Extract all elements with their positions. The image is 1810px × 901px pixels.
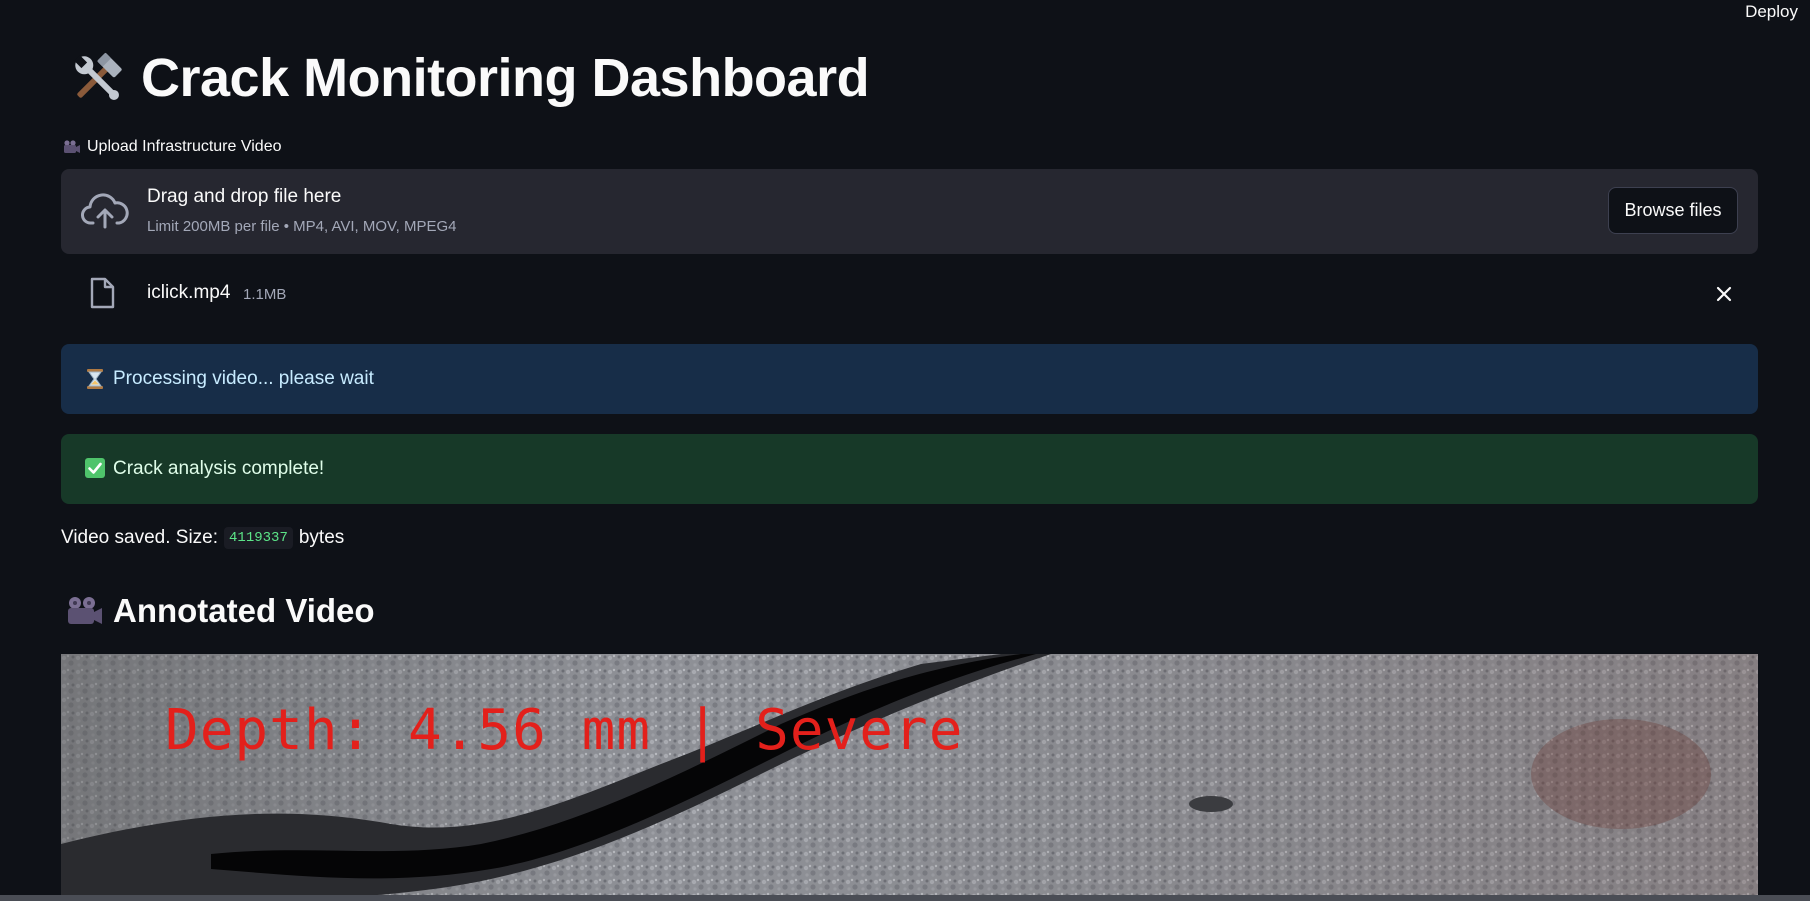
processing-info-alert: Processing video... please wait	[61, 344, 1758, 414]
page-title: Crack Monitoring Dashboard	[67, 48, 870, 108]
analysis-success-text: Crack analysis complete!	[113, 458, 325, 479]
app-header: Deploy	[0, 0, 1810, 24]
annotated-video-heading: Annotated Video	[65, 592, 375, 630]
annotated-video-title: Annotated Video	[113, 592, 375, 629]
processing-info-text: Processing video... please wait	[113, 368, 374, 389]
browse-files-button[interactable]: Browse files	[1608, 187, 1738, 234]
movie-camera-icon	[63, 140, 81, 154]
file-icon	[88, 277, 116, 309]
uploader-label-text: Upload Infrastructure Video	[87, 138, 282, 155]
uploaded-file-row: iclick.mp4 1.1MB	[61, 272, 1758, 316]
saved-suffix: bytes	[298, 527, 345, 548]
deploy-button[interactable]: Deploy	[1741, 0, 1802, 24]
cloud-upload-icon	[81, 191, 129, 231]
uploaded-file-size: 1.1MB	[243, 286, 287, 303]
crack-depth-overlay: Depth: 4.56 mm | Severe	[165, 698, 964, 763]
analysis-success-alert: Crack analysis complete!	[61, 434, 1758, 504]
check-mark-icon	[85, 458, 105, 480]
dropzone-limits: Limit 200MB per file • MP4, AVI, MOV, MP…	[147, 218, 457, 235]
dropzone-title: Drag and drop file here	[147, 186, 342, 207]
file-dropzone[interactable]: Drag and drop file here Limit 200MB per …	[61, 169, 1758, 254]
uploader-label: Upload Infrastructure Video	[63, 138, 281, 156]
video-saved-status: Video saved. Size: 4119337 bytes	[61, 527, 344, 549]
uploaded-file-name: iclick.mp4	[147, 282, 231, 303]
crack-video-frame	[61, 654, 1758, 901]
hammer-and-wrench-icon	[67, 48, 127, 108]
annotated-video-player[interactable]: Depth: 4.56 mm | Severe	[61, 654, 1758, 901]
hourglass-icon	[85, 368, 105, 390]
movie-camera-icon	[65, 595, 103, 627]
remove-file-icon[interactable]	[1712, 282, 1736, 306]
bottom-scroll-strip	[0, 895, 1810, 901]
saved-prefix: Video saved. Size:	[61, 527, 219, 548]
saved-size-value: 4119337	[224, 527, 293, 549]
page-title-text: Crack Monitoring Dashboard	[141, 48, 870, 108]
